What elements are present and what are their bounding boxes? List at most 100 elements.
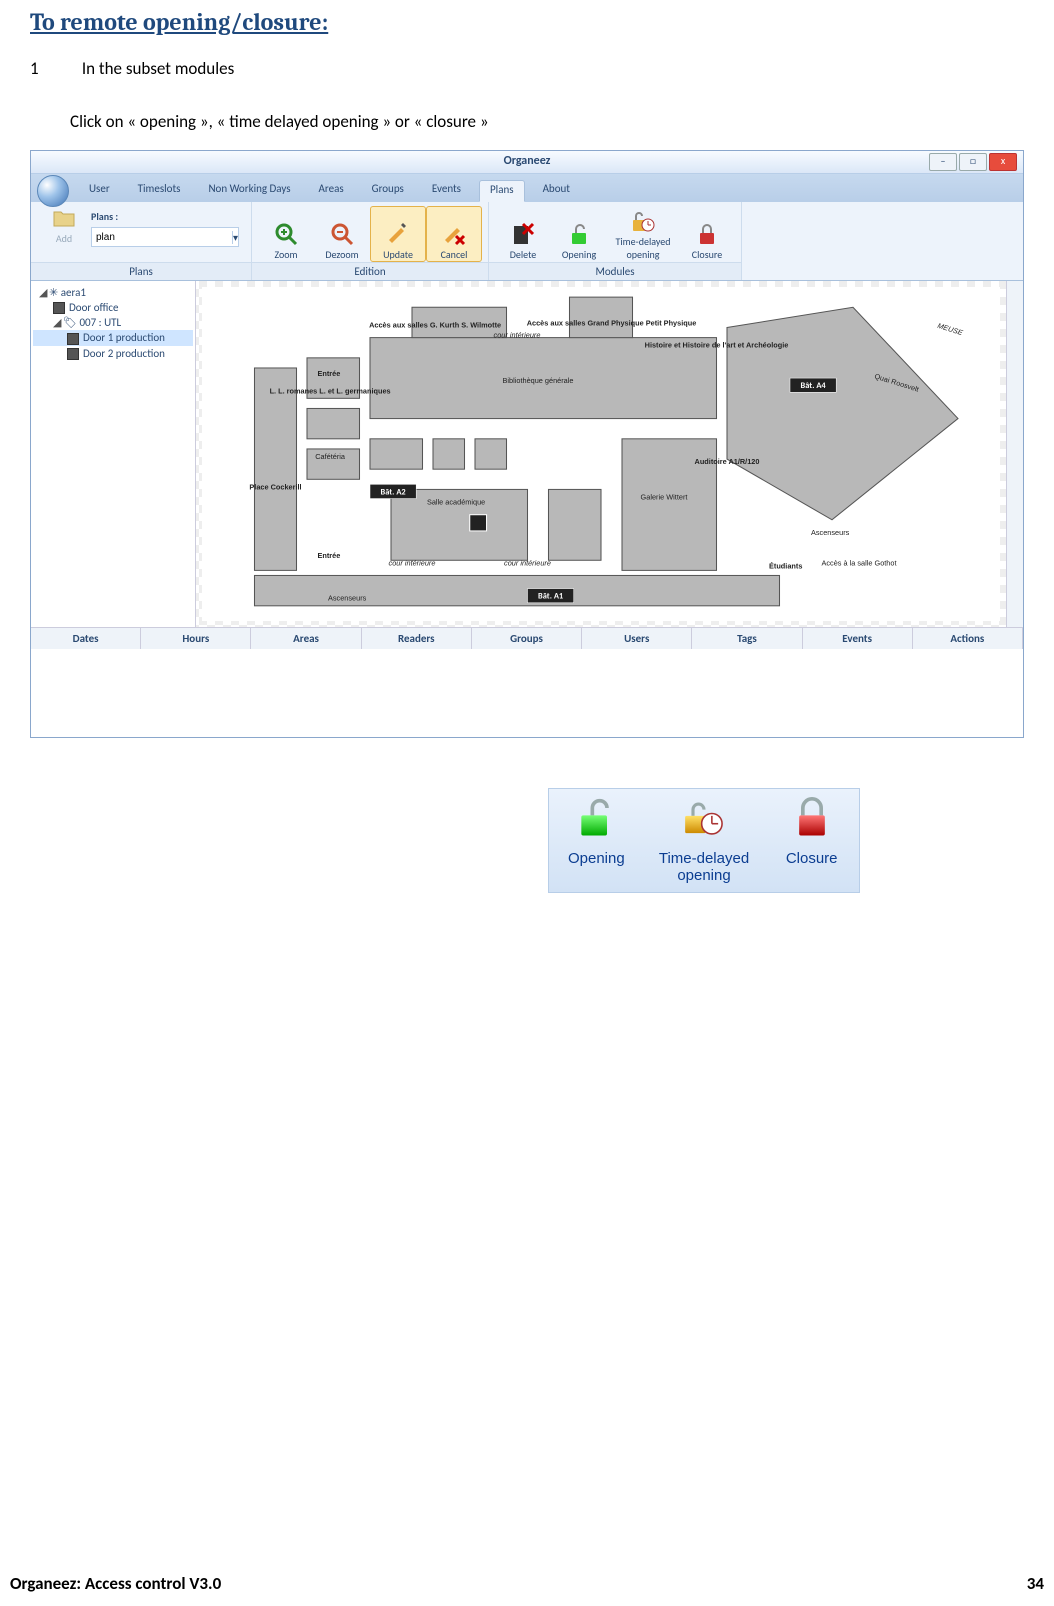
svg-text:Cafétéria: Cafétéria: [315, 452, 345, 461]
svg-text:Étudiants: Étudiants: [769, 561, 802, 570]
svg-text:Salle académique: Salle académique: [427, 498, 485, 507]
time-delayed-opening-button[interactable]: Time-delayed opening: [607, 206, 679, 262]
svg-text:Auditoire A1/R/120: Auditoire A1/R/120: [695, 457, 760, 466]
ribbon: Add Plans : ▾ Plans Zoo: [31, 202, 1023, 281]
svg-text:Galerie Wittert: Galerie Wittert: [641, 493, 688, 502]
page-footer: Organeez: Access control V3.0 34: [0, 1573, 1054, 1594]
delete-icon: [511, 222, 535, 246]
svg-text:Ascenseurs: Ascenseurs: [328, 594, 367, 603]
modules-detail-strip: Opening Time-delayed opening Closure: [548, 788, 860, 893]
bottom-tab-events[interactable]: Events: [803, 628, 913, 649]
tab-events[interactable]: Events: [422, 180, 471, 202]
step-title: In the subset modules: [82, 58, 234, 79]
pencil-icon: [386, 222, 410, 246]
bottom-panel: [31, 649, 1023, 737]
svg-text:cour intérieure: cour intérieure: [389, 558, 436, 567]
chevron-down-icon[interactable]: ▾: [232, 231, 238, 244]
ribbon-group-modules: Modules: [489, 262, 741, 280]
tree-node-door-office[interactable]: Door office: [33, 300, 193, 315]
update-button[interactable]: Update: [370, 206, 426, 262]
padlock-clock-icon: [682, 797, 726, 851]
instruction-text: Click on « opening », « time delayed ope…: [70, 111, 1024, 132]
window-titlebar: Organeez – □ x: [31, 151, 1023, 174]
vertical-scrollbar[interactable]: [1006, 281, 1023, 627]
svg-text:Accès aux salles Grand Physiqu: Accès aux salles Grand Physique Petit Ph…: [527, 319, 697, 328]
svg-text:Bât. A2: Bât. A2: [381, 488, 406, 498]
floor-plan-map[interactable]: Bât. A2 Bât. A4 Bât. A1 Accès aux salles…: [202, 287, 1000, 621]
bottom-tab-readers[interactable]: Readers: [362, 628, 472, 649]
svg-text:cour intérieure: cour intérieure: [504, 558, 551, 567]
opening-button[interactable]: Opening: [551, 206, 607, 262]
step-line: 1 In the subset modules: [30, 58, 1024, 79]
bottom-tab-hours[interactable]: Hours: [141, 628, 251, 649]
padlock-open-green-icon: [567, 222, 591, 246]
svg-text:Histoire et Histoire de l'art: Histoire et Histoire de l'art et Archéol…: [645, 341, 789, 350]
window-maximize-button[interactable]: □: [959, 153, 987, 171]
ribbon-group-plans: Plans: [31, 262, 251, 280]
step-number: 1: [30, 58, 78, 79]
ribbon-group-edition: Edition: [252, 262, 488, 280]
pencil-cancel-icon: [442, 222, 466, 246]
detail-time-delayed-button[interactable]: Time-delayed opening: [644, 789, 765, 892]
bottom-tab-users[interactable]: Users: [582, 628, 692, 649]
zoom-button[interactable]: Zoom: [258, 206, 314, 262]
tree-node-door-1[interactable]: Door 1 production: [33, 330, 193, 345]
padlock-open-green-icon: [574, 797, 618, 851]
svg-text:Bibliothèque générale: Bibliothèque générale: [503, 376, 574, 385]
zoom-in-icon: [274, 222, 298, 246]
tab-user[interactable]: User: [79, 180, 120, 202]
bottom-tabs: Dates Hours Areas Readers Groups Users T…: [31, 627, 1023, 649]
dezoom-button[interactable]: Dezoom: [314, 206, 370, 262]
bottom-tab-tags[interactable]: Tags: [692, 628, 802, 649]
svg-text:Bât. A4: Bât. A4: [801, 381, 827, 391]
add-button[interactable]: Add: [37, 206, 91, 245]
tab-plans[interactable]: Plans: [479, 180, 525, 202]
plan-combobox-input[interactable]: [92, 232, 232, 243]
footer-title: Organeez: Access control V3.0: [10, 1573, 221, 1594]
bottom-tab-areas[interactable]: Areas: [251, 628, 361, 649]
footer-page-number: 34: [1027, 1573, 1044, 1594]
plans-label: Plans :: [91, 210, 239, 223]
padlock-closed-red-icon: [695, 222, 719, 246]
tree-node-007[interactable]: ◢🏷 007 : UTL: [33, 315, 193, 330]
delete-button[interactable]: Delete: [495, 206, 551, 262]
workspace: ◢✳ aera1 Door office ◢🏷 007 : UTL Door 1…: [31, 281, 1023, 627]
tab-timeslots[interactable]: Timeslots: [128, 180, 191, 202]
ribbon-tabs: User Timeslots Non Working Days Areas Gr…: [31, 174, 1023, 202]
svg-text:Entrée: Entrée: [318, 369, 341, 378]
bottom-tab-actions[interactable]: Actions: [913, 628, 1023, 649]
bottom-tab-dates[interactable]: Dates: [31, 628, 141, 649]
detail-opening-button[interactable]: Opening: [549, 789, 644, 892]
svg-text:L. L. romanes L. et L. germani: L. L. romanes L. et L. germaniques: [270, 386, 391, 395]
bottom-tab-groups[interactable]: Groups: [472, 628, 582, 649]
closure-button[interactable]: Closure: [679, 206, 735, 262]
svg-text:Ascenseurs: Ascenseurs: [811, 528, 850, 537]
window-minimize-button[interactable]: –: [929, 153, 957, 171]
window-title: Organeez: [504, 154, 551, 168]
svg-text:Bât. A1: Bât. A1: [538, 592, 563, 602]
zoom-out-icon: [330, 222, 354, 246]
tree-node-door-2[interactable]: Door 2 production: [33, 346, 193, 361]
organeez-app-window: Organeez – □ x User Timeslots Non Workin…: [30, 150, 1024, 738]
folder-icon: [52, 206, 76, 230]
svg-text:Accès à la salle Gothot: Accès à la salle Gothot: [822, 558, 897, 567]
tab-areas[interactable]: Areas: [309, 180, 354, 202]
cancel-button[interactable]: Cancel: [426, 206, 482, 262]
svg-text:Entrée: Entrée: [318, 551, 341, 560]
window-close-button[interactable]: x: [989, 153, 1017, 171]
tab-groups[interactable]: Groups: [362, 180, 414, 202]
svg-text:cour intérieure: cour intérieure: [494, 331, 541, 340]
plan-combobox[interactable]: ▾: [91, 227, 239, 247]
padlock-closed-red-icon: [790, 797, 834, 851]
section-heading: To remote opening/closure:: [30, 8, 1024, 36]
svg-text:MEUSE: MEUSE: [936, 321, 964, 337]
tab-non-working-days[interactable]: Non Working Days: [198, 180, 300, 202]
detail-closure-button[interactable]: Closure: [764, 789, 859, 892]
tab-about[interactable]: About: [533, 180, 580, 202]
svg-text:Place Cockerill: Place Cockerill: [249, 483, 301, 492]
tree-panel[interactable]: ◢✳ aera1 Door office ◢🏷 007 : UTL Door 1…: [31, 281, 196, 627]
padlock-clock-icon: [631, 209, 655, 233]
tree-node-area[interactable]: ◢✳ aera1: [33, 285, 193, 300]
svg-text:Accès aux salles G. Kurth S. W: Accès aux salles G. Kurth S. Wilmotte: [369, 321, 501, 330]
app-menu-orb[interactable]: [37, 175, 69, 207]
